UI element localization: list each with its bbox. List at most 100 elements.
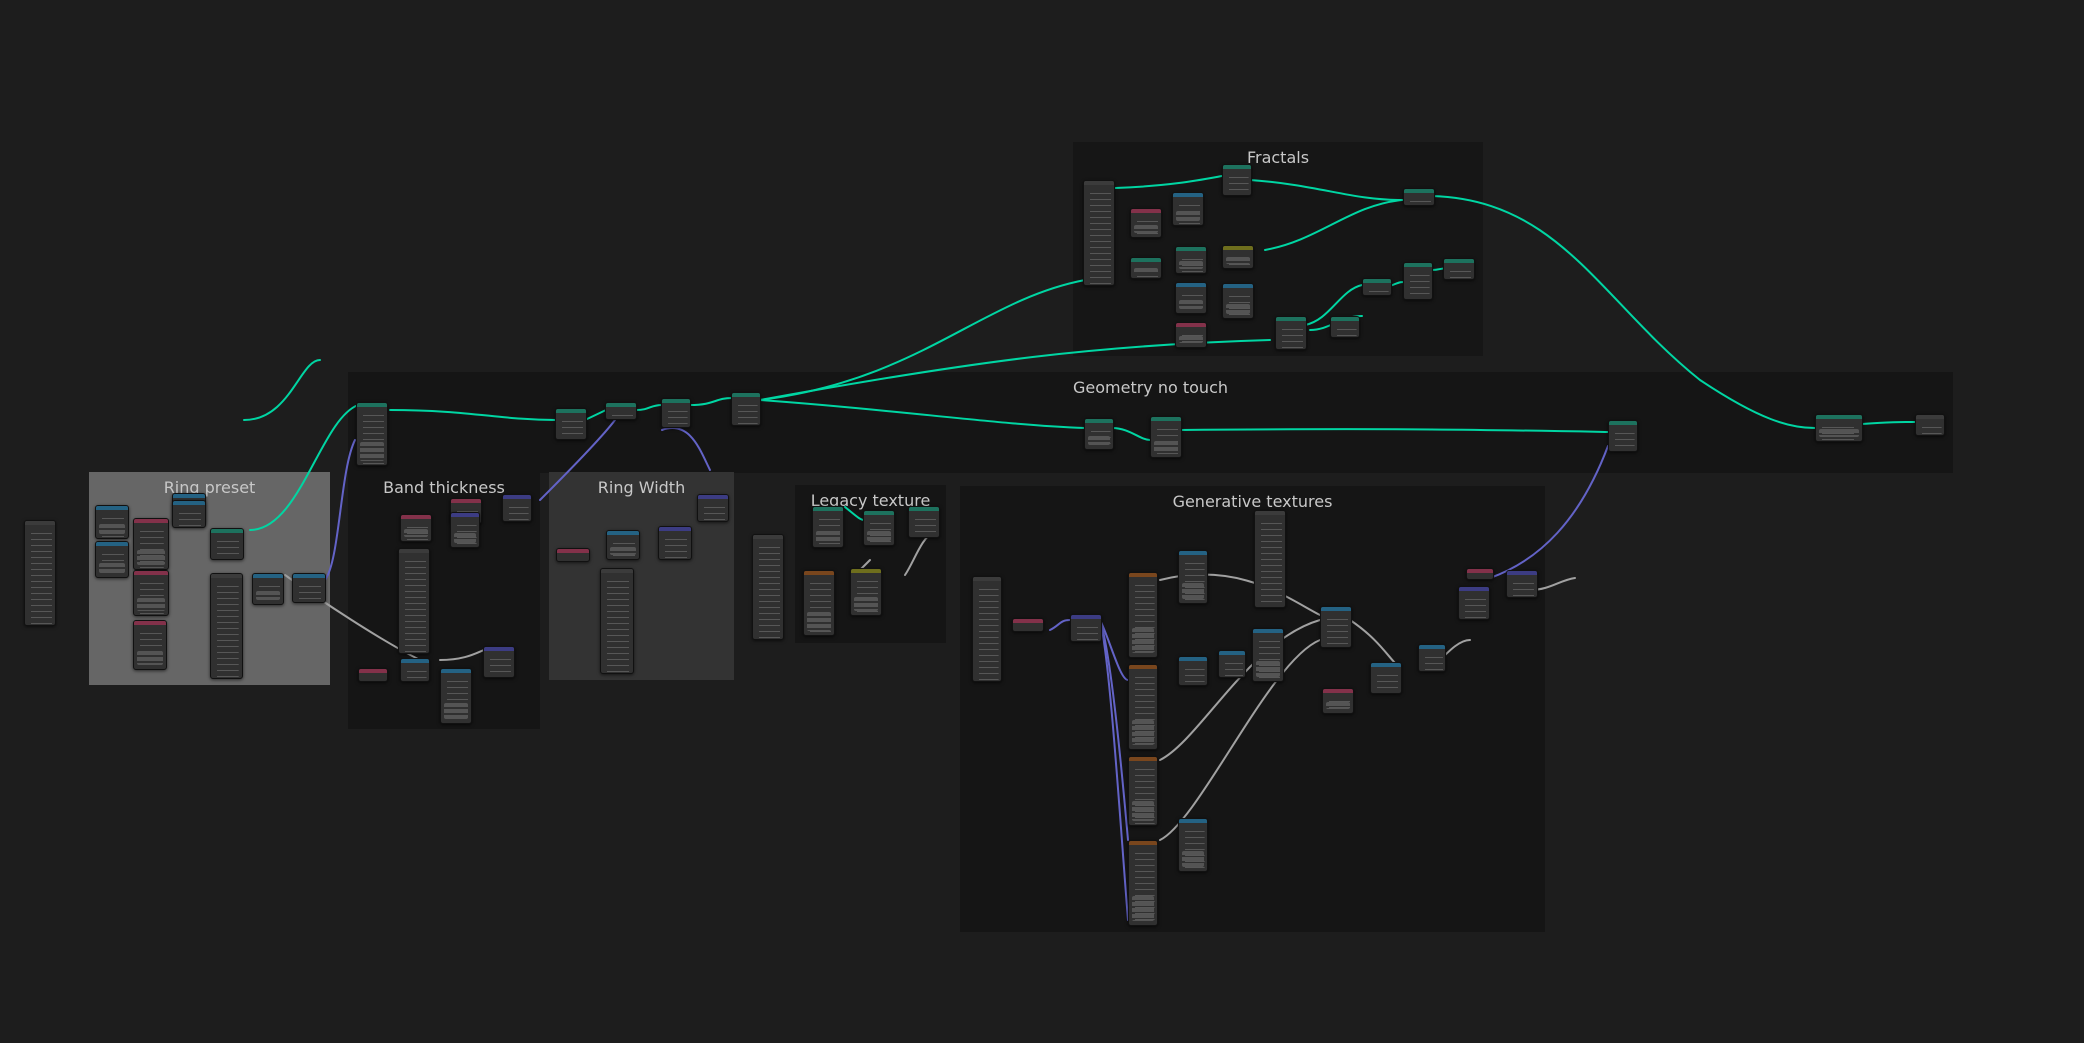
band-thickness-node[interactable] — [440, 668, 472, 724]
ring-preset-node[interactable] — [133, 570, 169, 616]
geometry-link — [1249, 179, 1403, 201]
vector-link — [1489, 445, 1609, 579]
fractals-node[interactable] — [1362, 278, 1392, 296]
ring-preset-node[interactable] — [210, 573, 243, 679]
vector-link — [661, 427, 711, 471]
ring-preset-node[interactable] — [133, 620, 167, 670]
legacy-texture-node[interactable] — [812, 506, 844, 548]
band-thickness-node[interactable] — [400, 658, 430, 682]
float-link — [1159, 619, 1321, 761]
geometry-node[interactable] — [1815, 414, 1863, 442]
ring-preset-node[interactable] — [210, 528, 244, 560]
geometry-link — [759, 399, 1086, 429]
geometry-node[interactable] — [605, 402, 637, 420]
legacy-texture-node[interactable] — [803, 570, 835, 636]
fractals-node[interactable] — [1172, 192, 1204, 226]
geometry-node[interactable] — [356, 402, 388, 466]
geometry-node[interactable] — [661, 398, 691, 428]
generative-texture-node[interactable] — [1178, 656, 1208, 686]
generative-texture-node[interactable] — [1458, 586, 1490, 620]
node-links — [243, 175, 1916, 921]
legacy-texture-node[interactable] — [752, 534, 784, 640]
ring-width-node[interactable] — [658, 526, 692, 560]
band-thickness-node[interactable] — [502, 494, 532, 522]
band-thickness-node[interactable] — [358, 668, 388, 682]
geometry-link — [389, 409, 557, 421]
geometry-link — [1264, 199, 1403, 251]
ring-width-node[interactable] — [606, 530, 640, 560]
node-editor-canvas[interactable]: Fractals Geometry no touch Ring preset B… — [0, 0, 2084, 1043]
generative-texture-node[interactable] — [1418, 644, 1446, 672]
fractals-node[interactable] — [1443, 258, 1475, 280]
fractals-node[interactable] — [1175, 282, 1207, 314]
ring-preset-node[interactable] — [95, 541, 129, 578]
ring-width-node[interactable] — [556, 548, 590, 562]
fractals-node[interactable] — [1222, 245, 1254, 269]
geometry-link — [1179, 428, 1609, 433]
generative-texture-node[interactable] — [1178, 550, 1208, 604]
legacy-texture-node[interactable] — [863, 510, 895, 546]
geometry-link — [1431, 195, 1816, 429]
ring-width-node[interactable] — [697, 494, 729, 522]
generative-texture-node[interactable] — [1128, 756, 1158, 826]
generative-texture-node[interactable] — [1178, 818, 1208, 872]
ring-width-node[interactable] — [600, 568, 634, 674]
generative-texture-node[interactable] — [1322, 688, 1354, 714]
geometry-link — [635, 404, 663, 411]
band-thickness-node[interactable] — [483, 646, 515, 678]
ring-preset-node[interactable] — [172, 500, 206, 528]
band-thickness-node[interactable] — [398, 548, 430, 654]
geometry-link — [1861, 421, 1916, 425]
fractals-node[interactable] — [1222, 164, 1252, 196]
geometry-link — [759, 339, 1271, 401]
generative-texture-node[interactable] — [1128, 840, 1158, 926]
fractals-node[interactable] — [1275, 316, 1307, 350]
band-thickness-node[interactable] — [400, 514, 432, 542]
geometry-link — [689, 397, 733, 406]
fractals-node[interactable] — [1175, 246, 1207, 274]
vector-link — [1049, 619, 1071, 631]
fractals-node[interactable] — [1083, 180, 1115, 286]
geometry-node[interactable] — [731, 392, 761, 426]
fractals-node[interactable] — [1403, 262, 1433, 300]
vector-link — [324, 439, 356, 581]
generative-texture-node[interactable] — [1252, 628, 1284, 682]
fractals-node[interactable] — [1175, 322, 1207, 348]
generative-texture-node[interactable] — [1254, 510, 1286, 608]
group-output-node[interactable] — [1915, 414, 1945, 436]
generative-texture-node[interactable] — [1128, 572, 1158, 658]
float-link — [1349, 619, 1401, 669]
ring-preset-node[interactable] — [292, 573, 326, 603]
generative-texture-node[interactable] — [1070, 614, 1102, 642]
geometry-node[interactable] — [1608, 420, 1638, 452]
generative-texture-node[interactable] — [1012, 618, 1044, 632]
generative-texture-node[interactable] — [972, 576, 1002, 682]
generative-texture-node[interactable] — [1218, 650, 1246, 678]
vector-link — [1099, 619, 1129, 921]
ring-preset-node[interactable] — [95, 505, 129, 539]
geometry-link — [249, 404, 359, 531]
fractals-node[interactable] — [1130, 208, 1162, 238]
geometry-link — [1114, 175, 1223, 189]
fractals-node[interactable] — [1222, 283, 1254, 319]
geometry-link — [844, 506, 865, 521]
generative-texture-node[interactable] — [1466, 568, 1494, 580]
geometry-node[interactable] — [1084, 418, 1114, 450]
legacy-texture-node[interactable] — [850, 568, 882, 616]
fractals-node[interactable] — [1330, 316, 1360, 338]
legacy-texture-node[interactable] — [908, 506, 940, 538]
geometry-link — [1111, 427, 1151, 441]
geometry-node[interactable] — [1150, 416, 1182, 458]
generative-texture-node[interactable] — [1506, 570, 1538, 598]
generative-texture-node[interactable] — [1370, 662, 1402, 694]
generative-texture-node[interactable] — [1128, 664, 1158, 750]
geometry-link — [759, 279, 1086, 401]
fractals-node[interactable] — [1403, 188, 1435, 206]
group-input-node[interactable] — [24, 520, 56, 626]
fractals-node[interactable] — [1130, 257, 1162, 279]
generative-texture-node[interactable] — [1320, 606, 1352, 648]
ring-preset-node[interactable] — [252, 573, 284, 605]
ring-preset-node[interactable] — [133, 518, 169, 570]
geometry-node[interactable] — [555, 408, 587, 440]
band-thickness-node[interactable] — [450, 512, 480, 548]
